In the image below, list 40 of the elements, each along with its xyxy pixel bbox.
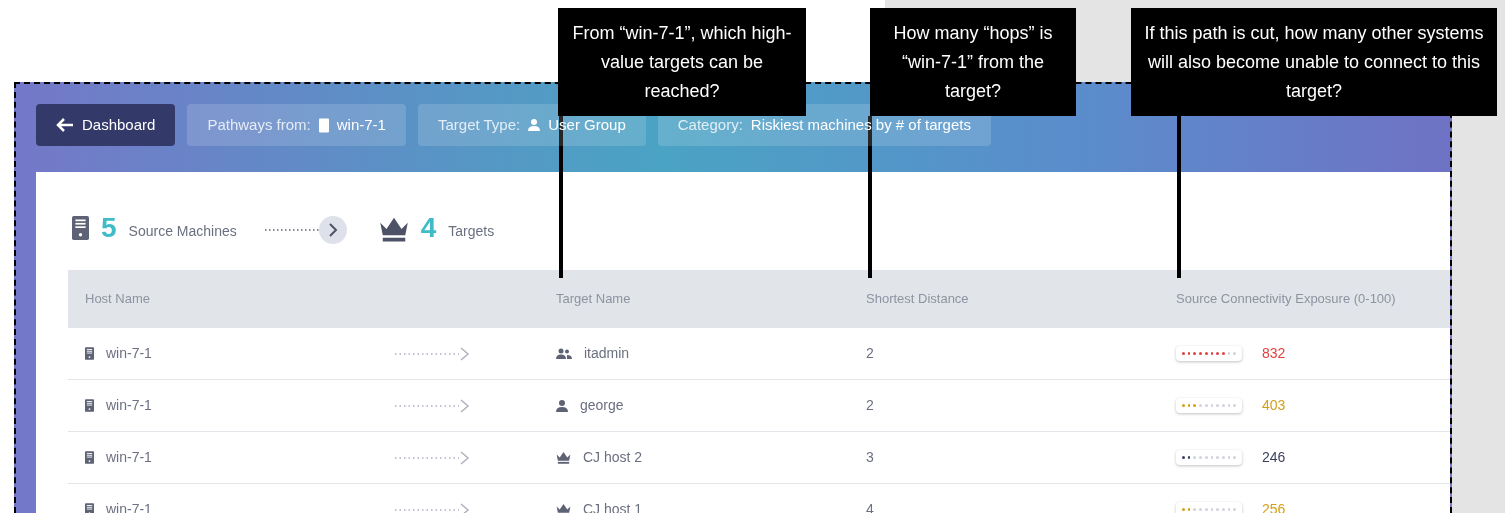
target-name: itadmin (584, 344, 630, 363)
user-icon (528, 119, 541, 131)
target-name: CJ host 2 (583, 448, 643, 467)
filter-label: Category: (677, 114, 743, 135)
target-count: 4 (420, 214, 437, 242)
dotted-arrow-icon (395, 450, 470, 465)
user-icon (556, 399, 568, 412)
exposure-value: 246 (1262, 448, 1286, 467)
arrow-left-icon (56, 117, 74, 133)
dashboard-back-button[interactable]: Dashboard (36, 104, 176, 146)
dotted-arrow-icon (395, 398, 470, 413)
exposure-value: 403 (1262, 396, 1286, 415)
target-label: Targets (448, 222, 495, 241)
crown-icon (556, 503, 571, 513)
exposure-value: 832 (1262, 344, 1286, 363)
distance-value: 2 (866, 396, 875, 415)
source-count: 5 (101, 214, 117, 242)
distance-value: 2 (866, 344, 875, 363)
column-header: Host Name (84, 290, 152, 309)
host-name: win-7-1 (106, 396, 152, 415)
filter-label: Pathways from: (207, 114, 311, 135)
target-name: george (580, 396, 624, 415)
distance-value: 3 (866, 448, 875, 467)
filter-value: win-7-1 (336, 114, 386, 135)
crown-icon (556, 451, 571, 464)
dotted-arrow-icon (395, 346, 470, 361)
callout-tooltip: How many “hops” is “win-7-1” from the target? (870, 8, 1076, 116)
dotted-arrow-icon (395, 502, 470, 513)
crown-icon (378, 216, 409, 242)
filter-label: Target Type: (437, 114, 521, 135)
column-header: Target Name (556, 290, 632, 309)
host-name: win-7-1 (106, 448, 152, 467)
source-label: Source Machines (128, 222, 237, 241)
column-header: Source Connectivity Exposure (0-100) (1176, 290, 1396, 309)
callout-tooltip: If this path is cut, how many other systems will also become unable to connect to this target? (1131, 8, 1497, 116)
column-header: Shortest Distance (866, 290, 970, 309)
host-name: win-7-1 (106, 344, 152, 363)
user-group-icon (556, 347, 572, 360)
callout-tooltip: From “win-7-1”, which high-value targets can be reached? (558, 8, 806, 116)
pathways-filter-chip[interactable]: Pathways from: win-7-1 (187, 104, 406, 146)
